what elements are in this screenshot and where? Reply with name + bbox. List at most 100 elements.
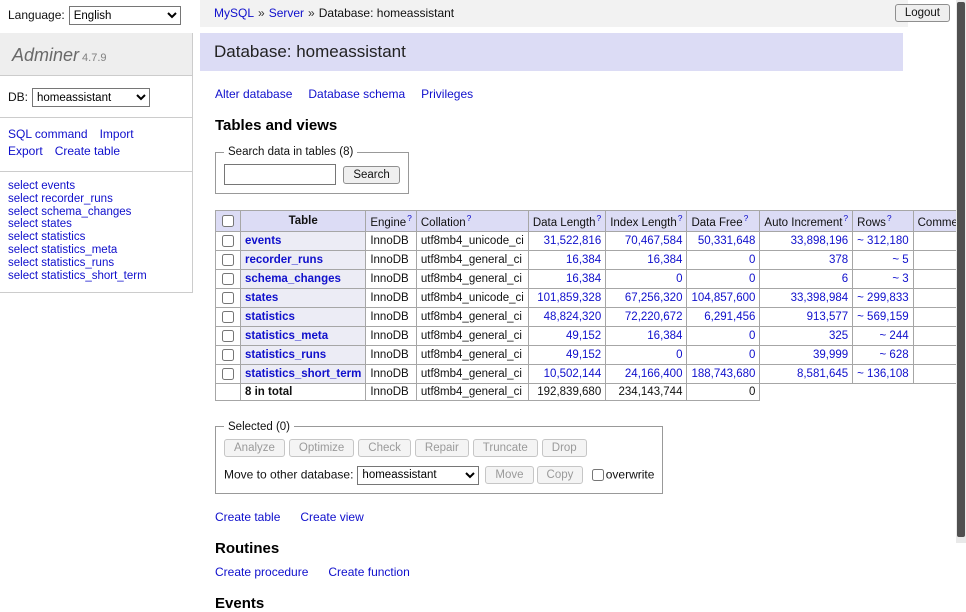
- help-link[interactable]: ?: [467, 213, 472, 223]
- data-length-link[interactable]: 48,824,320: [544, 311, 602, 323]
- data-length-link[interactable]: 49,152: [566, 349, 601, 361]
- row-checkbox[interactable]: [222, 311, 234, 323]
- sidebar-table-link-select-events[interactable]: select events: [8, 180, 75, 192]
- language-select[interactable]: English: [69, 6, 181, 25]
- sidebar-table-link-select-schema-changes[interactable]: select schema_changes: [8, 206, 131, 218]
- rows-estimate-link[interactable]: ~ 3: [892, 273, 908, 285]
- data-length-link[interactable]: 101,859,328: [537, 292, 601, 304]
- data-free-link[interactable]: 6,291,456: [704, 311, 755, 323]
- action-link-database-schema[interactable]: Database schema: [308, 87, 405, 101]
- sidebar-link-sql-command[interactable]: SQL command: [8, 127, 88, 141]
- rows-estimate-link[interactable]: ~ 5: [892, 254, 908, 266]
- help-link[interactable]: ?: [843, 213, 848, 223]
- search-button[interactable]: Search: [343, 166, 399, 184]
- sidebar-table-link-select-statistics-runs[interactable]: select statistics_runs: [8, 257, 114, 269]
- auto-increment-link[interactable]: 8,581,645: [797, 368, 848, 380]
- table-name-link-statistics-meta[interactable]: statistics_meta: [245, 330, 328, 342]
- row-checkbox[interactable]: [222, 368, 234, 380]
- routine-link-create-procedure[interactable]: Create procedure: [215, 565, 308, 579]
- help-link[interactable]: ?: [596, 213, 601, 223]
- index-length-link[interactable]: 67,256,320: [625, 292, 683, 304]
- overwrite-checkbox[interactable]: [592, 469, 604, 481]
- index-length-link[interactable]: 0: [676, 349, 682, 361]
- data-length-link[interactable]: 31,522,816: [544, 235, 602, 247]
- table-name-link-recorder-runs[interactable]: recorder_runs: [245, 254, 323, 266]
- auto-increment-link[interactable]: 913,577: [807, 311, 849, 323]
- breadcrumb-server-link[interactable]: Server: [269, 6, 304, 20]
- overwrite-label[interactable]: overwrite: [606, 467, 655, 481]
- sidebar-table-link-select-recorder-runs[interactable]: select recorder_runs: [8, 193, 113, 205]
- index-length-link[interactable]: 0: [676, 273, 682, 285]
- table-name-link-statistics-runs[interactable]: statistics_runs: [245, 349, 326, 361]
- row-checkbox[interactable]: [222, 349, 234, 361]
- auto-increment-link[interactable]: 378: [829, 254, 848, 266]
- rows-estimate-link[interactable]: ~ 628: [880, 349, 909, 361]
- auto-increment-link[interactable]: 39,999: [813, 349, 848, 361]
- repair-button[interactable]: Repair: [415, 439, 469, 457]
- table-name-link-events[interactable]: events: [245, 235, 281, 247]
- routine-link-create-function[interactable]: Create function: [328, 565, 409, 579]
- rows-estimate-link[interactable]: ~ 312,180: [857, 235, 908, 247]
- data-free-link[interactable]: 0: [749, 349, 755, 361]
- create-link-create-table[interactable]: Create table: [215, 510, 280, 524]
- data-length-link[interactable]: 16,384: [566, 273, 601, 285]
- data-length-link[interactable]: 16,384: [566, 254, 601, 266]
- auto-increment-link[interactable]: 33,898,196: [791, 235, 849, 247]
- data-free-link[interactable]: 188,743,680: [691, 368, 755, 380]
- check-button[interactable]: Check: [358, 439, 411, 457]
- rows-estimate-link[interactable]: ~ 569,159: [857, 311, 908, 323]
- create-link-create-view[interactable]: Create view: [300, 510, 363, 524]
- db-select[interactable]: homeassistant: [32, 88, 150, 107]
- optimize-button[interactable]: Optimize: [289, 439, 354, 457]
- help-link[interactable]: ?: [887, 213, 892, 223]
- help-link[interactable]: ?: [744, 213, 749, 223]
- table-name-link-statistics[interactable]: statistics: [245, 311, 295, 323]
- rows-estimate-link[interactable]: ~ 299,833: [857, 292, 908, 304]
- row-checkbox[interactable]: [222, 235, 234, 247]
- sidebar-table-link-select-states[interactable]: select states: [8, 218, 72, 230]
- index-length-link[interactable]: 70,467,584: [625, 235, 683, 247]
- index-length-link[interactable]: 72,220,672: [625, 311, 683, 323]
- row-checkbox[interactable]: [222, 254, 234, 266]
- data-length-link[interactable]: 49,152: [566, 330, 601, 342]
- breadcrumb-mysql-link[interactable]: MySQL: [214, 6, 254, 20]
- data-free-link[interactable]: 50,331,648: [698, 235, 756, 247]
- scrollbar[interactable]: [956, 0, 966, 543]
- sidebar-table-link-select-statistics-short-term[interactable]: select statistics_short_term: [8, 270, 147, 282]
- table-name-link-states[interactable]: states: [245, 292, 278, 304]
- rows-estimate-link[interactable]: ~ 244: [880, 330, 909, 342]
- logout-button[interactable]: Logout: [895, 4, 950, 22]
- row-checkbox[interactable]: [222, 330, 234, 342]
- rows-estimate-link[interactable]: ~ 136,108: [857, 368, 908, 380]
- data-free-link[interactable]: 104,857,600: [691, 292, 755, 304]
- help-link[interactable]: ?: [407, 213, 412, 223]
- drop-button[interactable]: Drop: [542, 439, 587, 457]
- auto-increment-link[interactable]: 325: [829, 330, 848, 342]
- select-all-checkbox[interactable]: [222, 215, 234, 227]
- action-link-privileges[interactable]: Privileges: [421, 87, 473, 101]
- sidebar-link-import[interactable]: Import: [100, 127, 134, 141]
- table-name-link-schema-changes[interactable]: schema_changes: [245, 273, 341, 285]
- move-button[interactable]: Move: [485, 466, 533, 484]
- row-checkbox[interactable]: [222, 292, 234, 304]
- sidebar-table-link-select-statistics-meta[interactable]: select statistics_meta: [8, 244, 117, 256]
- copy-button[interactable]: Copy: [537, 466, 584, 484]
- truncate-button[interactable]: Truncate: [473, 439, 538, 457]
- index-length-link[interactable]: 24,166,400: [625, 368, 683, 380]
- row-checkbox[interactable]: [222, 273, 234, 285]
- data-length-link[interactable]: 10,502,144: [544, 368, 602, 380]
- move-db-select[interactable]: homeassistant: [357, 466, 479, 485]
- index-length-link[interactable]: 16,384: [647, 254, 682, 266]
- auto-increment-link[interactable]: 6: [842, 273, 848, 285]
- data-free-link[interactable]: 0: [749, 254, 755, 266]
- table-name-link-statistics-short-term[interactable]: statistics_short_term: [245, 368, 361, 380]
- help-link[interactable]: ?: [678, 213, 683, 223]
- index-length-link[interactable]: 16,384: [647, 330, 682, 342]
- data-free-link[interactable]: 0: [749, 330, 755, 342]
- scrollbar-thumb[interactable]: [957, 2, 965, 537]
- data-free-link[interactable]: 0: [749, 273, 755, 285]
- sidebar-table-link-select-statistics[interactable]: select statistics: [8, 231, 85, 243]
- action-link-alter-database[interactable]: Alter database: [215, 87, 292, 101]
- sidebar-link-create-table[interactable]: Create table: [55, 144, 120, 158]
- search-input[interactable]: [224, 164, 336, 185]
